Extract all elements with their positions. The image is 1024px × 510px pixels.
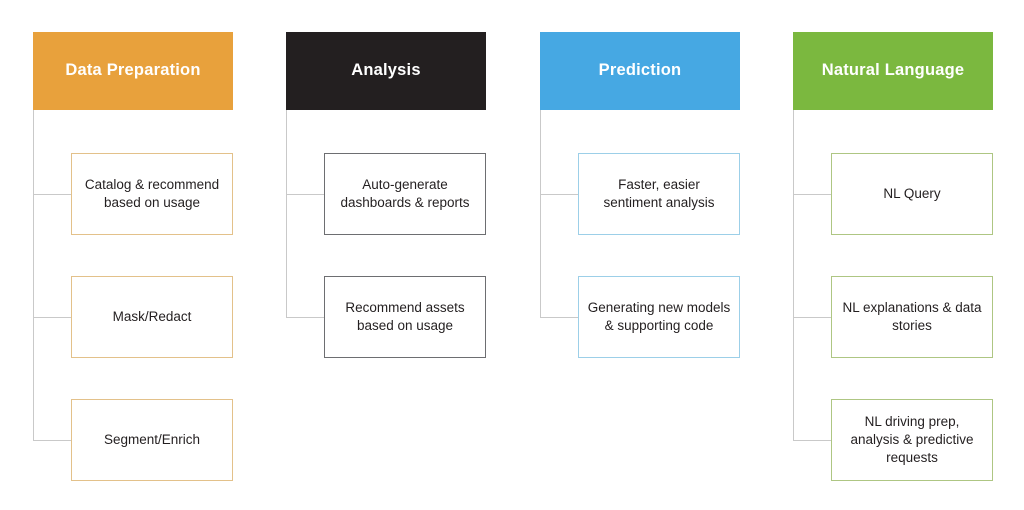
connector-trunk-data-preparation bbox=[33, 110, 34, 440]
connector-elbow-data-preparation-2 bbox=[33, 440, 71, 441]
column-header-label: Data Preparation bbox=[65, 61, 201, 80]
leaf-box-label: Recommend assets based on usage bbox=[345, 300, 465, 333]
column-header-label: Analysis bbox=[351, 61, 421, 80]
leaf-box-label: Mask/Redact bbox=[112, 309, 192, 325]
column-header-natural-language[interactable]: Natural Language bbox=[793, 32, 993, 110]
leaf-box-label: NL driving prep, analysis & predictive r… bbox=[850, 414, 974, 465]
leaf-box-label: NL Query bbox=[883, 186, 941, 202]
leaf-box-natural-language-0[interactable]: NL Query bbox=[831, 153, 993, 235]
leaf-box-natural-language-1[interactable]: NL explanations & data stories bbox=[831, 276, 993, 358]
column-header-label: Natural Language bbox=[821, 61, 965, 80]
connector-elbow-prediction-1 bbox=[540, 317, 578, 318]
leaf-box-label: Faster, easier sentiment analysis bbox=[603, 177, 715, 210]
leaf-box-label: Segment/Enrich bbox=[103, 432, 201, 448]
connector-elbow-natural-language-2 bbox=[793, 440, 831, 441]
connector-elbow-natural-language-1 bbox=[793, 317, 831, 318]
column-natural-language: Natural Language NL Query NL explanations … bbox=[760, 0, 1013, 510]
column-prediction: Prediction Faster, easier sentiment analy… bbox=[507, 0, 760, 510]
leaf-box-analysis-1[interactable]: Recommend assets based on usage bbox=[324, 276, 486, 358]
column-header-prediction[interactable]: Prediction bbox=[540, 32, 740, 110]
leaf-box-label: Catalog & recommend based on usage bbox=[84, 177, 220, 210]
capability-diagram: Data Preparation Catalog & recommend base… bbox=[0, 0, 1024, 510]
leaf-box-label: Generating new models & supporting code bbox=[587, 300, 731, 333]
connector-elbow-data-preparation-1 bbox=[33, 317, 71, 318]
connector-elbow-data-preparation-0 bbox=[33, 194, 71, 195]
connector-trunk-prediction bbox=[540, 110, 541, 317]
leaf-box-analysis-0[interactable]: Auto-generate dashboards & reports bbox=[324, 153, 486, 235]
column-header-data-preparation[interactable]: Data Preparation bbox=[33, 32, 233, 110]
leaf-box-prediction-1[interactable]: Generating new models & supporting code bbox=[578, 276, 740, 358]
column-analysis: Analysis Auto-generate dashboards & repor… bbox=[253, 0, 506, 510]
connector-elbow-analysis-0 bbox=[286, 194, 324, 195]
connector-trunk-analysis bbox=[286, 110, 287, 317]
connector-trunk-natural-language bbox=[793, 110, 794, 440]
connector-elbow-analysis-1 bbox=[286, 317, 324, 318]
leaf-box-label: Auto-generate dashboards & reports bbox=[340, 177, 470, 210]
leaf-box-label: NL explanations & data stories bbox=[842, 300, 982, 333]
leaf-box-prediction-0[interactable]: Faster, easier sentiment analysis bbox=[578, 153, 740, 235]
leaf-box-data-preparation-0[interactable]: Catalog & recommend based on usage bbox=[71, 153, 233, 235]
column-data-preparation: Data Preparation Catalog & recommend base… bbox=[0, 0, 253, 510]
leaf-box-data-preparation-1[interactable]: Mask/Redact bbox=[71, 276, 233, 358]
leaf-box-natural-language-2[interactable]: NL driving prep, analysis & predictive r… bbox=[831, 399, 993, 481]
leaf-box-data-preparation-2[interactable]: Segment/Enrich bbox=[71, 399, 233, 481]
connector-elbow-natural-language-0 bbox=[793, 194, 831, 195]
column-header-label: Prediction bbox=[598, 61, 682, 80]
connector-elbow-prediction-0 bbox=[540, 194, 578, 195]
column-header-analysis[interactable]: Analysis bbox=[286, 32, 486, 110]
